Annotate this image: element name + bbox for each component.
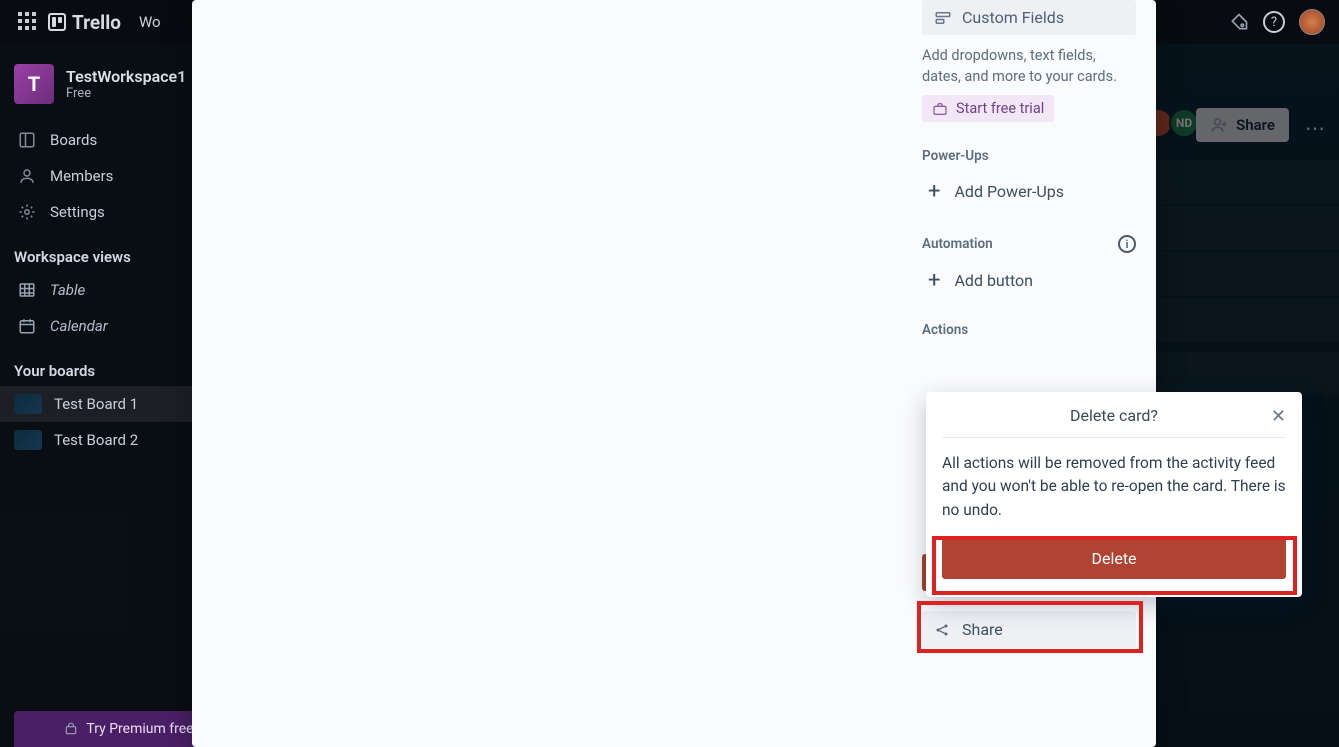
add-powerups-button[interactable]: + Add Power-Ups: [922, 174, 1136, 209]
sidebar-label: Table: [50, 281, 85, 299]
actions-heading: Actions: [922, 322, 1136, 338]
info-icon[interactable]: i: [1118, 235, 1136, 253]
popover-body: All actions will be removed from the act…: [942, 438, 1286, 538]
custom-fields-icon: [934, 9, 952, 27]
briefcase-icon: [932, 101, 948, 117]
board-thumbnail: [14, 394, 42, 414]
start-free-trial-button[interactable]: Start free trial: [922, 95, 1054, 122]
add-powerups-label: Add Power-Ups: [954, 182, 1064, 201]
powerups-heading: Power-Ups: [922, 148, 1136, 164]
board-name: Test Board 1: [54, 395, 138, 413]
custom-fields-description: Add dropdowns, text fields, dates, and m…: [922, 45, 1136, 87]
premium-label: Try Premium free: [86, 721, 193, 737]
sidebar-label: Settings: [50, 203, 105, 221]
workspace-badge: T: [14, 64, 54, 104]
popover-title: Delete card? ✕: [942, 406, 1286, 438]
sidebar-label: Calendar: [50, 317, 108, 335]
start-trial-label: Start free trial: [956, 100, 1044, 117]
close-icon[interactable]: ✕: [1271, 406, 1286, 427]
sidebar-label: Boards: [50, 131, 97, 149]
plus-icon: +: [928, 274, 940, 287]
confirm-delete-button[interactable]: Delete: [942, 538, 1286, 579]
plus-icon: +: [928, 185, 940, 198]
add-button-label: Add button: [954, 271, 1033, 290]
share-label: Share: [962, 620, 1003, 639]
calendar-icon: [18, 317, 36, 335]
trello-logo-text: Trello: [72, 11, 121, 34]
workspace-name: TestWorkspace1: [66, 67, 186, 86]
custom-fields-button[interactable]: Custom Fields: [922, 0, 1136, 35]
workspaces-dropdown[interactable]: Wo: [139, 13, 161, 31]
automation-heading: Automation i: [922, 235, 1136, 253]
card-modal: Custom Fields Add dropdowns, text fields…: [192, 0, 1156, 747]
share-action-button[interactable]: Share: [922, 611, 1136, 648]
board-icon: [18, 131, 36, 149]
add-button-button[interactable]: + Add button: [922, 263, 1136, 298]
members-icon: [18, 167, 36, 185]
share-icon: [934, 622, 950, 638]
sidebar-label: Members: [50, 167, 113, 185]
custom-fields-label: Custom Fields: [962, 8, 1064, 27]
trello-logo[interactable]: Trello: [48, 11, 121, 34]
workspace-plan: Free: [66, 86, 186, 101]
table-icon: [18, 281, 36, 299]
board-name: Test Board 2: [54, 431, 138, 449]
board-thumbnail: [14, 430, 42, 450]
delete-card-popover: Delete card? ✕ All actions will be remov…: [926, 392, 1302, 597]
user-avatar[interactable]: [1299, 9, 1325, 35]
apps-switcher-icon[interactable]: [18, 12, 38, 32]
trello-logo-icon: [48, 13, 66, 31]
help-icon[interactable]: ?: [1263, 11, 1285, 33]
tag-icon[interactable]: [1229, 12, 1249, 32]
premium-icon: [64, 722, 78, 736]
gear-icon: [18, 203, 36, 221]
